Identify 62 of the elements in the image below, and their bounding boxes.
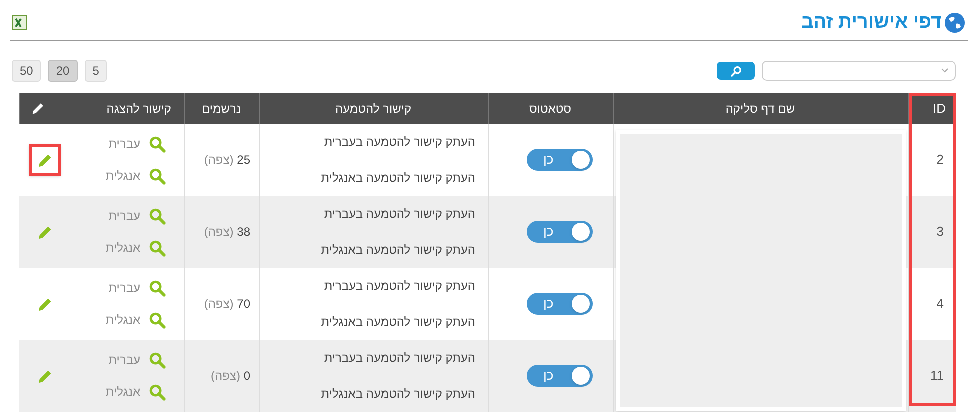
preview-label: עברית: [108, 352, 140, 369]
search-icon: [148, 208, 166, 224]
preview-label: אנגלית: [106, 384, 140, 401]
preview-link[interactable]: עברית: [106, 279, 166, 297]
spreadsheet-icon[interactable]: [12, 15, 28, 31]
pencil-icon[interactable]: [32, 102, 44, 115]
preview-label: עברית: [108, 280, 140, 297]
copy-embed-link[interactable]: העתק קישור להטמעה בעברית: [260, 277, 476, 295]
registered-count: 0: [244, 369, 250, 383]
copy-embed-link[interactable]: העתק קישור להטמעה באנגלית: [260, 169, 476, 187]
copy-embed-link[interactable]: העתק קישור להטמעה באנגלית: [260, 385, 476, 403]
view-link[interactable]: (צפה): [211, 369, 240, 383]
search-button[interactable]: [717, 62, 755, 80]
status-toggle[interactable]: כן: [526, 365, 592, 387]
copy-embed-link[interactable]: העתק קישור להטמעה בעברית: [260, 133, 476, 151]
preview-label: עברית: [108, 208, 140, 225]
toggle-label: כן: [542, 367, 554, 386]
filter-dropdown[interactable]: [762, 61, 956, 81]
view-link[interactable]: (צפה): [204, 225, 234, 239]
search-icon: [148, 312, 166, 328]
status-toggle[interactable]: כן: [526, 221, 592, 243]
search-icon: [148, 384, 166, 400]
preview-label: אנגלית: [106, 168, 140, 185]
preview-link[interactable]: אנגלית: [106, 311, 166, 329]
copy-embed-link[interactable]: העתק קישור להטמעה בעברית: [260, 349, 476, 367]
preview-label: עברית: [108, 136, 140, 153]
toggle-label: כן: [542, 295, 554, 314]
column-label: קישור להצגה: [106, 100, 172, 118]
search-icon: [148, 240, 166, 256]
toggle-label: כן: [542, 151, 554, 170]
preview-label: אנגלית: [106, 312, 140, 329]
page-size-button[interactable]: 50: [12, 60, 42, 82]
edit-button[interactable]: [29, 144, 61, 176]
view-link[interactable]: (צפה): [204, 153, 234, 167]
chevron-down-icon: [941, 68, 949, 74]
search-icon: [148, 280, 166, 296]
preview-link[interactable]: עברית: [106, 207, 166, 225]
view-link[interactable]: (צפה): [204, 297, 234, 311]
page-size-button[interactable]: 5: [84, 60, 108, 82]
copy-embed-link[interactable]: העתק קישור להטמעה באנגלית: [260, 313, 476, 331]
preview-link[interactable]: אנגלית: [106, 167, 166, 185]
preview-label: אנגלית: [106, 240, 140, 257]
registered-count: 38: [237, 225, 250, 239]
table-cell: 11: [908, 340, 956, 412]
preview-link[interactable]: אנגלית: [106, 383, 166, 401]
status-toggle[interactable]: כן: [526, 293, 592, 315]
page-size-button[interactable]: 20: [48, 60, 78, 82]
preview-link[interactable]: עברית: [106, 135, 166, 153]
preview-link[interactable]: אנגלית: [106, 239, 166, 257]
copy-embed-link[interactable]: העתק קישור להטמעה בעברית: [260, 205, 476, 223]
copy-embed-link[interactable]: העתק קישור להטמעה באנגלית: [260, 241, 476, 259]
toggle-label: כן: [542, 223, 554, 242]
globe-icon: [944, 12, 966, 34]
search-icon: [148, 168, 166, 184]
search-icon: [148, 352, 166, 368]
status-toggle[interactable]: כן: [526, 149, 592, 171]
registered-count: 70: [237, 297, 250, 311]
page-title: דפי אישורית זהב: [802, 10, 942, 35]
registered-count: 25: [237, 153, 250, 167]
search-icon: [730, 66, 742, 76]
search-icon: [148, 136, 166, 152]
preview-link[interactable]: עברית: [106, 351, 166, 369]
